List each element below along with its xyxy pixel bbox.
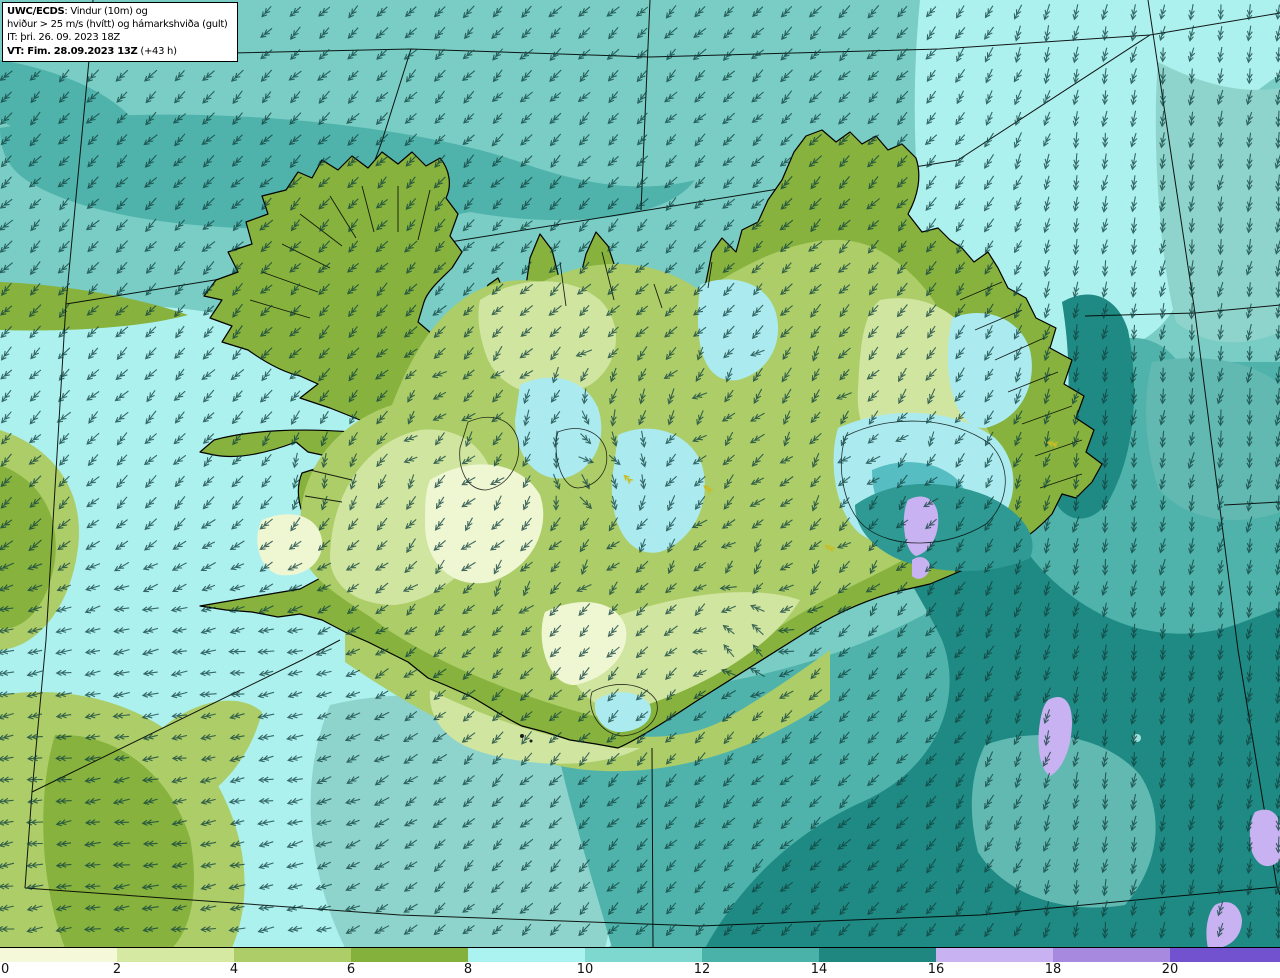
legend-tick-label: 0: [1, 962, 10, 977]
island-dot: [529, 739, 533, 743]
legend-tick-label: 2: [112, 962, 122, 977]
init-time: IT: þri. 26. 09. 2023 18Z: [7, 32, 120, 44]
legend-color-segment: [0, 948, 117, 962]
wind-forecast-map: [0, 0, 1280, 948]
model-name: UWC/ECDS: [7, 6, 65, 17]
legend-tick-label: 14: [810, 962, 828, 977]
title-line-2: hviður > 25 m/s (hvítt) og hámarkshviða …: [7, 19, 228, 31]
island-dot: [520, 734, 524, 738]
legend-color-segment: [702, 948, 819, 962]
legend-tick-label: 4: [229, 962, 239, 977]
legend-tick-label: 6: [346, 962, 356, 977]
legend-color-segment: [234, 948, 351, 962]
legend-tick-label: 18: [1044, 962, 1062, 977]
legend-color-segment: [117, 948, 234, 962]
legend-tick-label: 8: [463, 962, 473, 977]
legend-color-segment: [468, 948, 585, 962]
legend-tick-label: 20: [1161, 962, 1179, 977]
legend-color-segment: [936, 948, 1053, 962]
weather-map-page: UWC/ECDS: Vindur (10m) og hviður > 25 m/…: [0, 0, 1280, 978]
title-line-1: UWC/ECDS: Vindur (10m) og: [7, 6, 148, 17]
legend-tick-label: 10: [576, 962, 594, 977]
legend-color-segment: [819, 948, 936, 962]
legend-color-segment: [585, 948, 702, 962]
legend-color-segment: [1053, 948, 1170, 962]
legend-tick-label: 12: [693, 962, 711, 977]
wind-speed-legend: 0 2 4 6 8 10 12 14 16 18 20: [0, 947, 1280, 978]
legend-color-segment: [1170, 948, 1280, 962]
legend-tick-label: 16: [927, 962, 945, 977]
legend-tick-labels: 0 2 4 6 8 10 12 14 16 18 20: [0, 962, 1280, 978]
legend-color-segment: [351, 948, 468, 962]
forecast-title-box: UWC/ECDS: Vindur (10m) og hviður > 25 m/…: [2, 2, 238, 62]
legend-colorbar: [0, 948, 1280, 962]
valid-time: VT: Fim. 28.09.2023 13Z (+43 h): [7, 45, 177, 57]
